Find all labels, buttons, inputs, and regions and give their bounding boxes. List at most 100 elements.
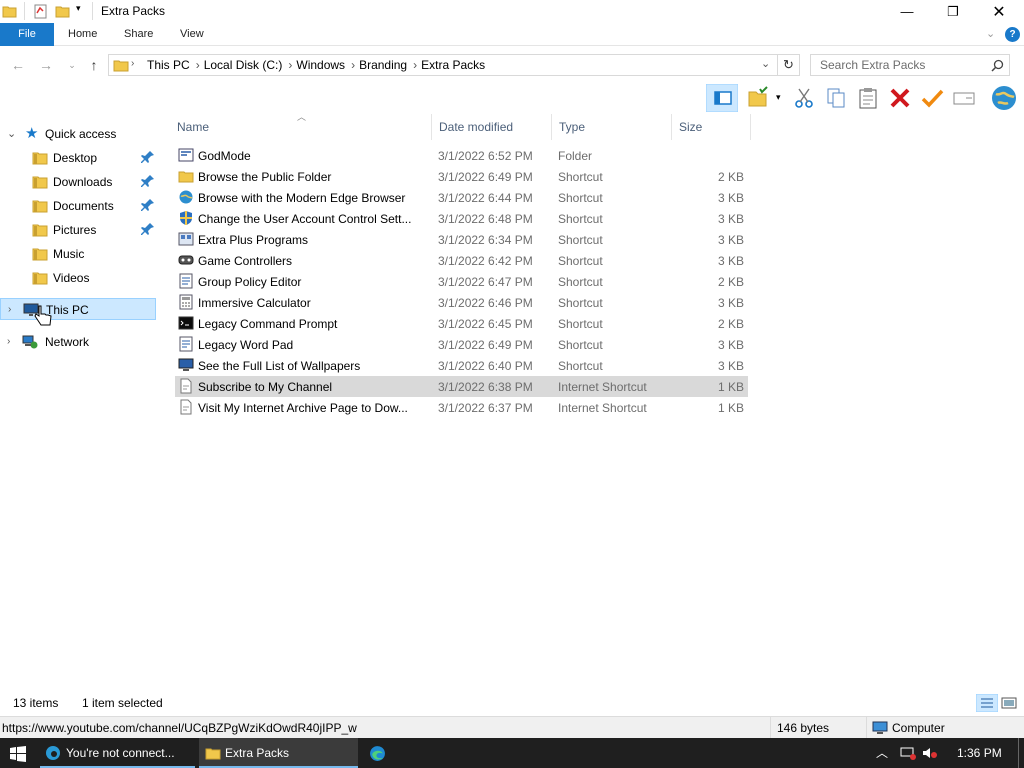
customize-quick-access-icon[interactable]: ▾ xyxy=(76,3,81,14)
file-type: Internet Shortcut xyxy=(558,401,647,415)
select-icon[interactable] xyxy=(746,86,770,110)
programs-icon xyxy=(178,232,194,246)
file-row[interactable]: Browse with the Modern Edge Browser 3/1/2… xyxy=(175,187,748,208)
file-row[interactable]: Group Policy Editor 3/1/2022 6:47 PM Short… xyxy=(175,271,748,292)
chevron-down-icon[interactable]: ⌄ xyxy=(7,127,16,140)
file-size: 3 KB xyxy=(717,296,744,310)
crumb-local-disk[interactable]: Local Disk (C:) xyxy=(204,58,283,72)
volume-muted-icon[interactable] xyxy=(922,746,938,760)
column-size[interactable]: Size xyxy=(672,114,751,140)
computer-icon xyxy=(872,721,888,734)
ribbon-tabs: File Home Share View ⌄ ? xyxy=(0,23,1024,46)
taskbar-explorer[interactable]: Extra Packs xyxy=(199,738,358,768)
show-hidden-icons-icon[interactable]: ︿ xyxy=(876,744,888,761)
chevron-right-icon[interactable]: › xyxy=(7,336,10,347)
globe-icon[interactable] xyxy=(990,84,1018,112)
paste-icon[interactable] xyxy=(856,86,880,110)
policy-icon xyxy=(179,273,193,289)
file-row[interactable]: Subscribe to My Channel 3/1/2022 6:38 PM I… xyxy=(175,376,748,397)
address-bar[interactable]: › This PC › Local Disk (C:) › Windows › Bra… xyxy=(108,54,778,76)
search-input[interactable]: Search Extra Packs xyxy=(810,54,1010,76)
minimize-button[interactable]: — xyxy=(884,0,930,23)
file-row[interactable]: Game Controllers 3/1/2022 6:42 PM Shortcut… xyxy=(175,250,748,271)
file-row[interactable]: Browse the Public Folder 3/1/2022 6:49 PM… xyxy=(175,166,748,187)
file-date: 3/1/2022 6:52 PM xyxy=(438,149,533,163)
sidebar-item-videos[interactable]: Videos xyxy=(0,267,156,289)
file-size: 3 KB xyxy=(717,254,744,268)
restore-button[interactable]: ❐ xyxy=(930,0,976,23)
sidebar-item-desktop[interactable]: Desktop xyxy=(0,147,156,169)
rename-check-icon[interactable] xyxy=(920,86,944,110)
search-icon[interactable] xyxy=(991,59,1004,72)
edge-pinned-icon[interactable] xyxy=(369,745,386,762)
folder-shortcut-icon xyxy=(178,171,194,183)
gamepad-icon xyxy=(178,255,194,265)
crumb-extra-packs[interactable]: Extra Packs xyxy=(421,58,485,72)
rename-field-icon[interactable] xyxy=(952,86,976,110)
sidebar-item-label: Documents xyxy=(53,199,114,213)
details-view-icon[interactable] xyxy=(976,694,998,712)
file-row[interactable]: Visit My Internet Archive Page to Dow...… xyxy=(175,397,748,418)
file-row[interactable]: See the Full List of Wallpapers 3/1/2022 … xyxy=(175,355,748,376)
forward-button[interactable]: → xyxy=(36,55,56,75)
column-date[interactable]: Date modified xyxy=(432,114,552,140)
file-row[interactable]: Change the User Account Control Sett... 3… xyxy=(175,208,748,229)
taskbar-edge[interactable]: You're not connect... xyxy=(40,738,195,768)
recent-locations-button[interactable]: ⌄ xyxy=(62,55,82,75)
tab-share[interactable]: Share xyxy=(114,23,163,46)
sidebar-item-music[interactable]: Music xyxy=(0,243,156,265)
breadcrumb-chevron-icon: › xyxy=(131,58,135,69)
file-row[interactable]: Legacy Word Pad 3/1/2022 6:49 PM Shortcut 3… xyxy=(175,334,748,355)
file-name: Legacy Command Prompt xyxy=(198,317,338,331)
sidebar-item-documents[interactable]: Documents xyxy=(0,195,156,217)
column-type[interactable]: Type xyxy=(552,114,672,140)
tab-file[interactable]: File xyxy=(0,23,54,46)
refresh-button[interactable]: ↻ xyxy=(778,54,800,76)
large-icons-view-icon[interactable] xyxy=(1000,694,1018,712)
network-status-icon[interactable] xyxy=(900,746,916,760)
sidebar-item-this-pc[interactable]: › This PC xyxy=(0,298,156,320)
back-button[interactable]: ← xyxy=(8,55,28,75)
address-dropdown-icon[interactable]: ⌄ xyxy=(761,57,770,70)
file-row[interactable]: Immersive Calculator 3/1/2022 6:46 PM Shor… xyxy=(175,292,748,313)
file-row[interactable]: Extra Plus Programs 3/1/2022 6:34 PM Short… xyxy=(175,229,748,250)
crumb-windows[interactable]: Windows xyxy=(296,58,345,72)
chevron-right-icon[interactable]: › xyxy=(8,304,11,315)
file-name: GodMode xyxy=(198,149,251,163)
select-dropdown-icon[interactable]: ▾ xyxy=(776,92,781,103)
file-date: 3/1/2022 6:49 PM xyxy=(438,170,533,184)
url-file-icon xyxy=(180,399,192,415)
file-row[interactable]: GodMode 3/1/2022 6:52 PM Folder xyxy=(175,145,748,166)
status-bar: 13 items 1 item selected xyxy=(0,692,1024,714)
clock[interactable]: 1:36 PM xyxy=(957,746,1002,760)
windows-start-icon[interactable] xyxy=(10,746,26,762)
downloads-folder-icon xyxy=(32,176,48,189)
properties-icon[interactable] xyxy=(33,4,49,19)
file-size: 3 KB xyxy=(717,212,744,226)
tab-view[interactable]: View xyxy=(170,23,214,46)
file-name: See the Full List of Wallpapers xyxy=(198,359,361,373)
file-size: 146 bytes xyxy=(777,721,830,735)
up-button[interactable]: ↑ xyxy=(84,55,104,75)
sidebar-item-pictures[interactable]: Pictures xyxy=(0,219,156,241)
tab-home[interactable]: Home xyxy=(58,23,107,46)
sidebar-item-network[interactable]: › Network xyxy=(0,331,156,353)
file-size: 2 KB xyxy=(717,170,744,184)
sidebar-item-label: Desktop xyxy=(53,151,98,165)
cut-icon[interactable] xyxy=(792,86,816,110)
column-name[interactable]: Name xyxy=(170,114,432,140)
sidebar-item-downloads[interactable]: Downloads xyxy=(0,171,156,193)
new-folder-icon[interactable] xyxy=(55,4,71,19)
close-button[interactable]: ✕ xyxy=(976,0,1022,23)
help-icon[interactable]: ? xyxy=(1005,27,1020,42)
sidebar-item-quick-access[interactable]: ⌄ ★ Quick access xyxy=(0,123,156,145)
file-name: Browse with the Modern Edge Browser xyxy=(198,191,406,205)
expand-ribbon-icon[interactable]: ⌄ xyxy=(986,27,995,40)
file-row[interactable]: Legacy Command Prompt 3/1/2022 6:45 PM Sho… xyxy=(175,313,748,334)
crumb-branding[interactable]: Branding xyxy=(359,58,407,72)
crumb-this-pc[interactable]: This PC xyxy=(147,58,190,72)
copy-icon[interactable] xyxy=(824,86,848,110)
preview-pane-icon[interactable] xyxy=(706,84,738,112)
file-size: 3 KB xyxy=(717,338,744,352)
delete-icon[interactable] xyxy=(888,86,912,110)
